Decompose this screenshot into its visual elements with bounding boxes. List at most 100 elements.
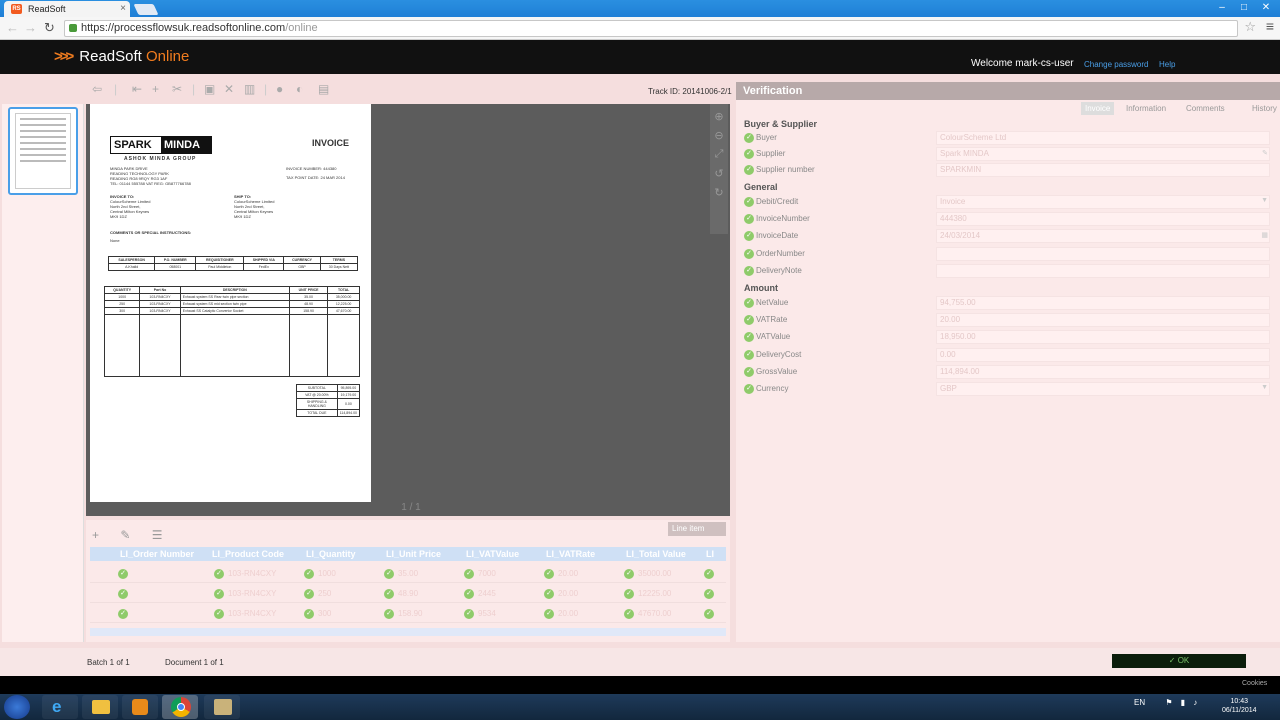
volume-icon[interactable]: ♪ (1193, 698, 1197, 707)
cookies-link[interactable]: Cookies (1242, 680, 1267, 687)
close-window-icon[interactable]: ✕ (1256, 0, 1276, 16)
net-value-input[interactable]: 94,755.00 (936, 296, 1270, 310)
field-gross-value: ✓ GrossValue 114,894.00 (744, 365, 1272, 380)
clock-date: 06/11/2014 (1222, 707, 1257, 714)
ie-icon[interactable]: e (42, 695, 78, 719)
zoom-out-icon[interactable]: ⊖ (710, 129, 728, 142)
delete-icon[interactable]: ✕ (224, 82, 234, 96)
url-input[interactable]: https://processflowsuk.readsoftonline.co… (64, 20, 1238, 37)
info-icon[interactable]: ● (276, 82, 283, 96)
language-indicator[interactable]: EN (1134, 698, 1145, 707)
back-icon[interactable]: ← (6, 20, 19, 35)
line-items-scrollbar[interactable] (90, 628, 726, 636)
delivery-note-input[interactable] (936, 264, 1270, 278)
add-row-icon[interactable]: + (92, 528, 99, 542)
invoice-date-input[interactable]: 24/03/2014 (936, 229, 1270, 243)
share-icon[interactable]: ◐ (296, 82, 303, 96)
col-vat-rate[interactable]: LI_VATRate (546, 549, 595, 559)
document-toolbar: ⇦ | ⇤ + ✂ | ▣ ✕ ▥ | ● ◐ ▤ (86, 82, 346, 102)
tab-invoice[interactable]: Invoice (1081, 102, 1115, 115)
close-tab-icon[interactable]: × (120, 1, 126, 17)
col-more[interactable]: LI (706, 549, 714, 559)
tab-history[interactable]: History (1248, 102, 1280, 115)
thumbnail-page (15, 113, 71, 189)
col-product-code[interactable]: LI_Product Code (212, 549, 284, 559)
rotate-left-icon[interactable]: ↺ (710, 167, 728, 180)
list-icon[interactable]: ☰ (152, 528, 163, 542)
page-thumbnail[interactable] (8, 107, 78, 195)
line-item-badge[interactable]: Line item (668, 522, 726, 536)
separator: | (264, 82, 268, 96)
invoice-meta: INVOICE NUMBER: 444380 TAX POINT DATE: 2… (286, 166, 345, 180)
save-icon[interactable]: ▣ (204, 82, 215, 96)
ok-label: OK (1177, 656, 1190, 665)
field-order-number: ✓ OrderNumber (744, 247, 1272, 262)
document-counter: Document 1 of 1 (165, 658, 224, 667)
supplier-number-input[interactable]: SPARKMIN (936, 163, 1270, 177)
pencil-icon[interactable]: ✎ (1262, 149, 1268, 157)
supplier-address: MINDA PARK DRIVE READING TECHNOLOGY PARK R… (110, 166, 191, 186)
supplier-input[interactable]: Spark MINDA (936, 147, 1270, 161)
vat-rate-input[interactable]: 20.00 (936, 313, 1270, 327)
chevron-down-icon[interactable]: ▼ (1261, 197, 1268, 204)
field-invoice-number: ✓ InvoiceNumber 444380 (744, 212, 1272, 227)
tab-information[interactable]: Information (1122, 102, 1170, 115)
chrome-menu-icon[interactable]: ≡ (1266, 18, 1274, 34)
vat-value-input[interactable]: 18,950.00 (936, 330, 1270, 344)
calendar-icon[interactable]: ▦ (1261, 231, 1268, 239)
logo-left: SPARK (114, 139, 152, 151)
app-icon[interactable] (204, 695, 240, 719)
track-id: Track ID: 20141006-2/1 (648, 87, 732, 96)
delivery-cost-input[interactable]: 0.00 (936, 348, 1270, 362)
print-icon[interactable]: ▤ (318, 82, 329, 96)
currency-select[interactable]: GBP (936, 382, 1270, 396)
col-vat-value[interactable]: LI_VATValue (466, 549, 519, 559)
trash-icon[interactable]: ▥ (244, 82, 255, 96)
readsoft-favicon-icon: RS (11, 4, 22, 14)
invoice-number-input[interactable]: 444380 (936, 212, 1270, 226)
media-player-icon[interactable] (122, 695, 158, 719)
rotate-right-icon[interactable]: ↻ (710, 186, 728, 199)
start-button[interactable] (4, 695, 30, 719)
table-row[interactable]: ✓ ✓ 103-RN4CXY ✓ 250 ✓ 48.90 ✓ 2445 ✓ 20.00 ✓… (90, 585, 726, 603)
field-delivery-cost: ✓ DeliveryCost 0.00 (744, 348, 1272, 363)
change-password-link[interactable]: Change password (1084, 60, 1148, 69)
cut-icon[interactable]: ✂ (172, 82, 182, 96)
page-navigator[interactable]: 1 / 1 (356, 502, 466, 516)
network-icon[interactable]: ▮ (1181, 698, 1185, 707)
maximize-icon[interactable]: □ (1234, 0, 1254, 16)
forward-icon[interactable]: → (24, 20, 37, 35)
ok-button[interactable]: ✓ OK (1112, 654, 1246, 668)
zoom-in-icon[interactable]: ⊕ (710, 110, 728, 123)
explorer-icon[interactable] (82, 695, 118, 719)
col-total-value[interactable]: LI_Total Value (626, 549, 686, 559)
minimize-icon[interactable]: – (1212, 0, 1232, 16)
tab-comments[interactable]: Comments (1182, 102, 1229, 115)
order-number-input[interactable] (936, 247, 1270, 261)
add-icon[interactable]: + (152, 82, 159, 96)
buyer-input[interactable]: ColourScheme Ltd (936, 131, 1270, 145)
table-row[interactable]: ✓ ✓ 103-RN4CXY ✓ 1000 ✓ 35.00 ✓ 7000 ✓ 20.00 … (90, 565, 726, 583)
chevron-down-icon[interactable]: ▼ (1261, 384, 1268, 391)
invoice-page[interactable]: SPARK MINDA ASHOK MINDA GROUP INVOICE IN… (90, 104, 371, 502)
edit-row-icon[interactable]: ✎ (120, 528, 130, 542)
app-header: >>> ReadSoft Online Welcome mark-cs-user … (0, 40, 1280, 74)
help-link[interactable]: Help (1159, 60, 1175, 69)
browser-tab[interactable]: RS ReadSoft × (4, 1, 130, 17)
bookmark-star-icon[interactable]: ☆ (1244, 19, 1256, 35)
flag-icon[interactable]: ⚑ (1165, 698, 1172, 707)
new-tab-button[interactable] (133, 4, 159, 15)
first-page-icon[interactable]: ⇤ (132, 82, 142, 96)
previous-icon[interactable]: ⇦ (92, 82, 102, 96)
clock[interactable]: 10:43 06/11/2014 (1222, 697, 1257, 715)
col-order-number[interactable]: LI_Order Number (120, 549, 194, 559)
fit-icon[interactable]: ⤢ (710, 148, 728, 161)
debit-credit-select[interactable]: Invoice (936, 195, 1270, 209)
col-unit-price[interactable]: LI_Unit Price (386, 549, 441, 559)
chrome-icon[interactable] (162, 695, 198, 719)
table-row[interactable]: ✓ ✓ 103-RN4CXY ✓ 300 ✓ 158.90 ✓ 9534 ✓ 20.00 … (90, 605, 726, 623)
address-bar: ← → ↻ https://processflowsuk.readsoftonl… (0, 17, 1280, 40)
col-quantity[interactable]: LI_Quantity (306, 549, 356, 559)
gross-value-input[interactable]: 114,894.00 (936, 365, 1270, 379)
reload-icon[interactable]: ↻ (44, 20, 55, 36)
